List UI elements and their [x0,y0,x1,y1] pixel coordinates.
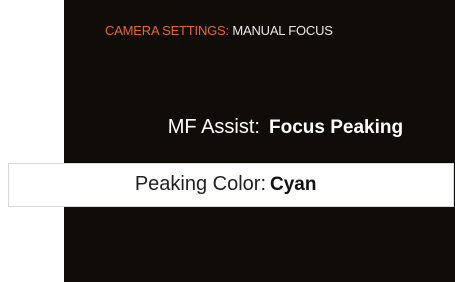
menu-category-label: CAMERA SETTINGS: [105,23,229,38]
menu-page-title: MANUAL FOCUS [232,23,333,38]
setting-value-mf-assist[interactable]: Focus Peaking [269,117,403,139]
setting-value-peaking-color[interactable]: Cyan [270,174,316,196]
setting-label-mf-assist: MF Assist: [167,116,260,138]
setting-label-peaking-color: Peaking Color: [134,173,266,195]
setting-row-peaking-color-selected[interactable]: Peaking Color: Cyan [8,163,454,207]
menu-header: CAMERA SETTINGS: MANUAL FOCUS [105,23,333,38]
setting-row-mf-assist[interactable]: MF Assist: Focus Peaking [0,106,455,150]
